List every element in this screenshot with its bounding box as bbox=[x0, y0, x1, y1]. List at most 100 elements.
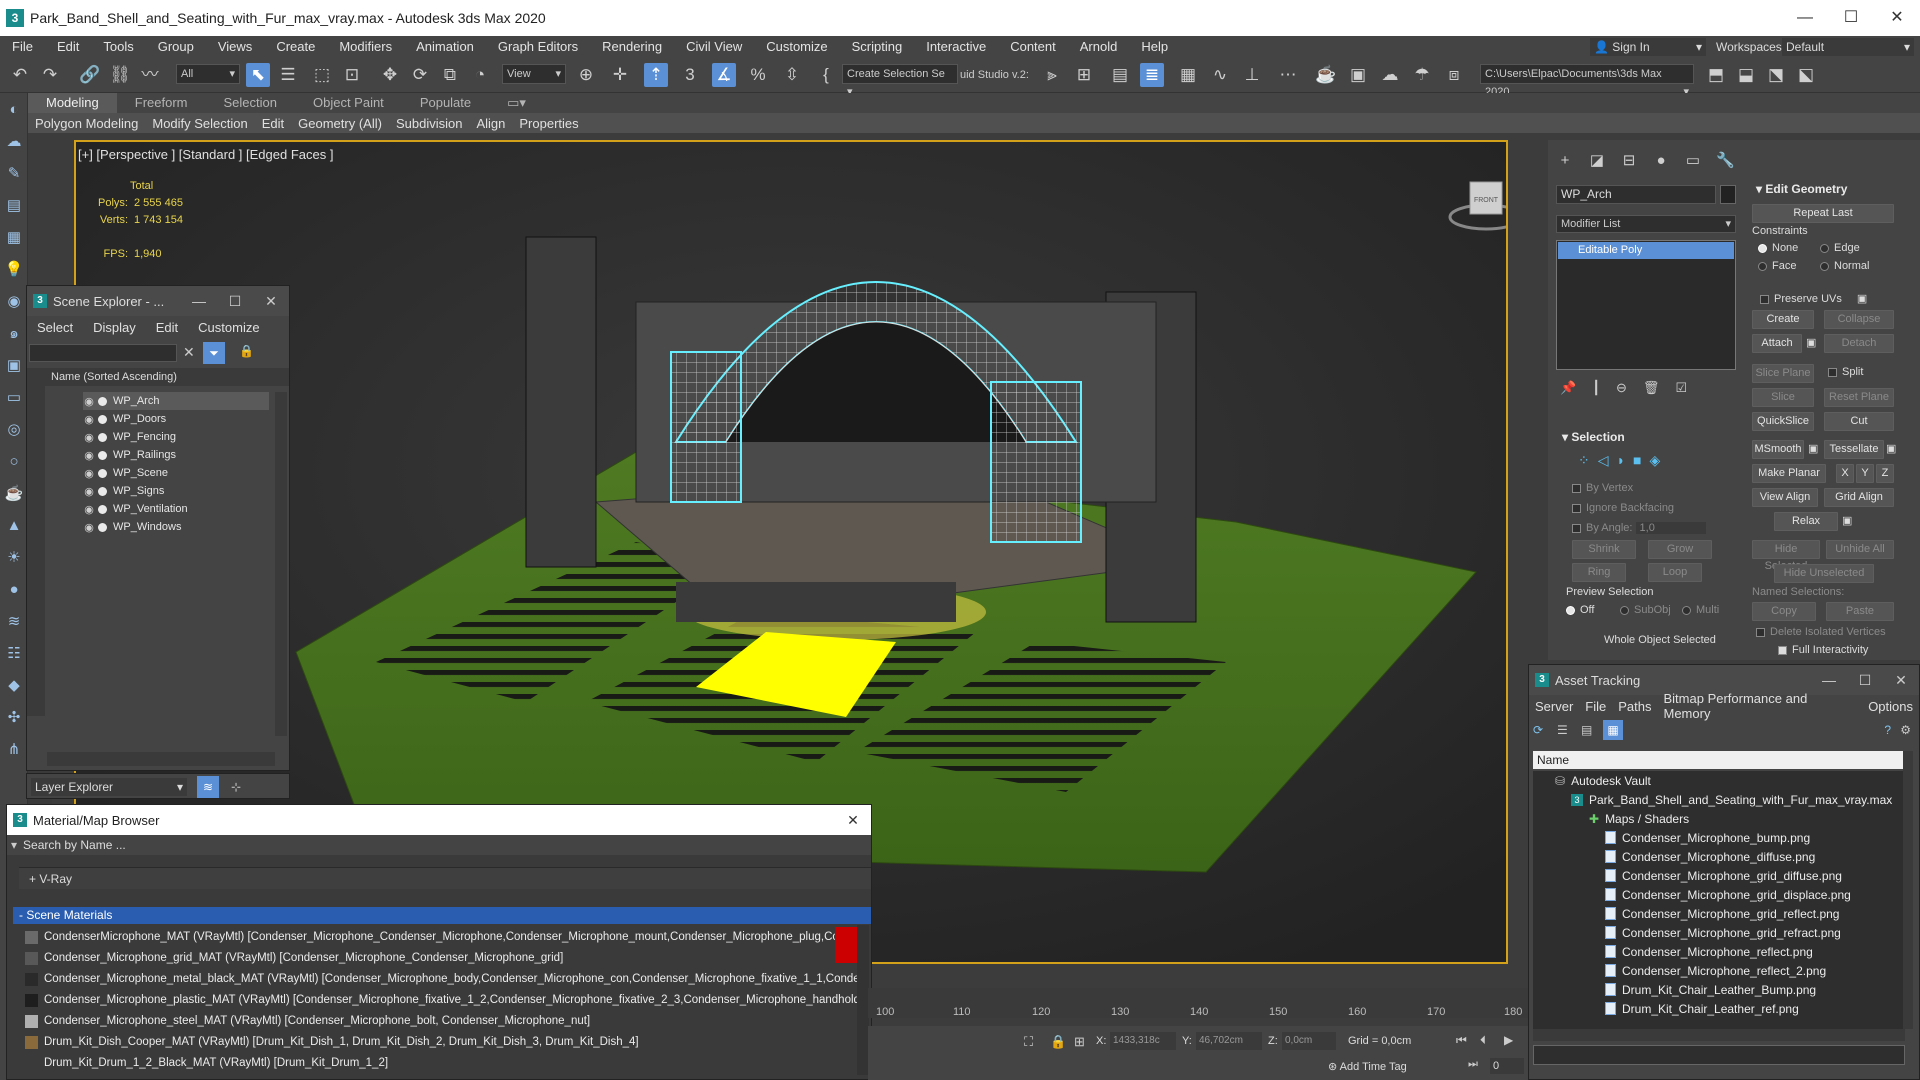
close-button[interactable]: ✕ bbox=[835, 805, 871, 835]
element-icon[interactable]: ◈ bbox=[1649, 452, 1660, 469]
attach-button[interactable]: Attach bbox=[1752, 334, 1802, 353]
render-iterative-icon[interactable]: ☂ bbox=[1410, 63, 1434, 87]
loop-button[interactable]: Loop bbox=[1648, 563, 1702, 582]
asset-path-field[interactable] bbox=[1533, 1045, 1905, 1065]
unhide-all-button[interactable]: Unhide All bbox=[1826, 540, 1894, 559]
renderable-icon[interactable] bbox=[98, 504, 107, 514]
rendered-frame-window-icon[interactable]: ▣ bbox=[1346, 63, 1370, 87]
eye-icon[interactable]: ◉ bbox=[83, 503, 95, 516]
list-item[interactable]: Condenser_Microphone_grid_diffuse.png bbox=[1605, 866, 1842, 885]
eye-icon[interactable]: ◉ bbox=[83, 395, 95, 408]
menu-edit[interactable]: Edit bbox=[146, 320, 188, 335]
list-item[interactable]: ◉ WP_Signs bbox=[83, 482, 269, 500]
tessellate-settings-icon[interactable]: ▣ bbox=[1886, 442, 1896, 455]
vertex-icon[interactable]: ⁘ bbox=[1578, 452, 1590, 469]
full-interactivity-checkbox[interactable]: Full Interactivity bbox=[1778, 644, 1868, 656]
absolute-mode-icon[interactable]: ⊞ bbox=[1074, 1034, 1085, 1050]
polygon-icon[interactable]: ■ bbox=[1633, 452, 1641, 469]
align-icon[interactable]: ⊞ bbox=[1072, 63, 1096, 87]
quickslice-button[interactable]: QuickSlice bbox=[1752, 412, 1814, 431]
slice-plane-button[interactable]: Slice Plane bbox=[1752, 364, 1814, 383]
toggle-ribbon-icon[interactable]: ▦ bbox=[1176, 63, 1200, 87]
list-item[interactable]: Condenser_Microphone_diffuse.png bbox=[1605, 847, 1815, 866]
previous-frame-icon[interactable]: ⏴ bbox=[1480, 1033, 1486, 1048]
spinner-snap-icon[interactable]: ⇳ bbox=[780, 63, 804, 87]
menu-tools[interactable]: Tools bbox=[91, 39, 145, 54]
by-vertex-checkbox[interactable]: By Vertex bbox=[1572, 482, 1633, 494]
menu-file[interactable]: File bbox=[0, 39, 45, 54]
list-view-icon[interactable]: ☰ bbox=[1557, 723, 1568, 737]
hide-selected-button[interactable]: Hide Selected bbox=[1752, 540, 1820, 572]
planar-z-button[interactable]: Z bbox=[1876, 464, 1894, 483]
menu-edit[interactable]: Edit bbox=[45, 39, 91, 54]
layers-icon[interactable]: ▤ bbox=[3, 195, 25, 217]
list-item[interactable]: ◉ WP_Fencing bbox=[83, 428, 269, 446]
tab-populate[interactable]: Populate bbox=[402, 93, 489, 113]
display-tab-icon[interactable]: ▭ bbox=[1684, 152, 1702, 170]
menu-customize[interactable]: Customize bbox=[754, 39, 839, 54]
menu-modifiers[interactable]: Modifiers bbox=[327, 39, 404, 54]
paste-button[interactable]: Paste bbox=[1826, 602, 1894, 621]
list-item[interactable]: ◉ WP_Scene bbox=[83, 464, 269, 482]
settings-icon[interactable]: ▣ bbox=[1857, 293, 1867, 305]
project-folder-icon[interactable]: ⬒ bbox=[1704, 63, 1728, 87]
utilities-tab-icon[interactable]: 🔧 bbox=[1716, 152, 1735, 170]
menu-group[interactable]: Group bbox=[146, 39, 206, 54]
hide-unselected-button[interactable]: Hide Unselected bbox=[1774, 564, 1874, 583]
vertical-scrollbar[interactable] bbox=[275, 392, 287, 736]
menu-select[interactable]: Select bbox=[27, 320, 83, 335]
column-header-name[interactable]: Name bbox=[1533, 751, 1905, 769]
shapes-icon[interactable]: ◆ bbox=[3, 675, 25, 697]
menu-create[interactable]: Create bbox=[264, 39, 327, 54]
bind-spacewarp-icon[interactable]: 〰 bbox=[138, 63, 162, 87]
preview-subobj-radio[interactable]: SubObj bbox=[1620, 604, 1671, 616]
renderable-icon[interactable] bbox=[98, 432, 107, 442]
camera-icon[interactable]: ▭ bbox=[3, 387, 25, 409]
constraint-normal-radio[interactable]: Normal bbox=[1820, 260, 1869, 272]
edit-named-selection-icon[interactable]: { bbox=[814, 63, 838, 87]
grass-icon[interactable]: ⋔ bbox=[3, 739, 25, 761]
window-crossing-icon[interactable]: ⊡ bbox=[340, 63, 364, 87]
renderable-icon[interactable] bbox=[98, 522, 107, 532]
slice-button[interactable]: Slice bbox=[1752, 388, 1814, 407]
menu-animation[interactable]: Animation bbox=[404, 39, 486, 54]
panel-geometry-all[interactable]: Geometry (All) bbox=[291, 116, 389, 131]
tree-item-scene-file[interactable]: 3 Park_Band_Shell_and_Seating_with_Fur_ma… bbox=[1571, 790, 1892, 809]
schematic-view-icon[interactable]: ⊥ bbox=[1240, 63, 1264, 87]
tab-selection[interactable]: Selection bbox=[206, 93, 295, 113]
bulb-icon[interactable]: 💡 bbox=[3, 259, 25, 281]
curve-editor-icon[interactable]: ∿ bbox=[1208, 63, 1232, 87]
selection-filter-dropdown[interactable]: All ▾ bbox=[176, 64, 240, 84]
menu-scripting[interactable]: Scripting bbox=[840, 39, 915, 54]
cloud-icon[interactable]: ☁ bbox=[3, 131, 25, 153]
msmooth-button[interactable]: MSmooth bbox=[1752, 440, 1804, 459]
current-frame-field[interactable]: 0 bbox=[1490, 1058, 1524, 1074]
clear-search-icon[interactable]: ✕ bbox=[183, 344, 195, 361]
project-open-icon[interactable]: ⬓ bbox=[1734, 63, 1758, 87]
filter-icon[interactable]: ⏷ bbox=[203, 342, 225, 364]
sphere-icon[interactable]: ◉ bbox=[3, 291, 25, 313]
object-color-swatch[interactable] bbox=[1720, 185, 1736, 204]
view-align-button[interactable]: View Align bbox=[1752, 488, 1818, 507]
select-by-name-icon[interactable]: ☰ bbox=[276, 63, 300, 87]
key-mode-icon[interactable]: ⏭ bbox=[1468, 1058, 1478, 1071]
toggle-layer-explorer-icon[interactable]: ≣ bbox=[1140, 63, 1164, 87]
menu-display[interactable]: Display bbox=[83, 320, 146, 335]
tab-object-paint[interactable]: Object Paint bbox=[295, 93, 402, 113]
preview-multi-radio[interactable]: Multi bbox=[1682, 604, 1719, 616]
z-coordinate-field[interactable]: 0,0cm bbox=[1282, 1032, 1336, 1050]
list-item[interactable]: ◉ WP_Doors bbox=[83, 410, 269, 428]
motion-tab-icon[interactable]: ● bbox=[1652, 152, 1670, 170]
make-unique-icon[interactable]: ⊖ bbox=[1616, 380, 1627, 396]
redo-icon[interactable]: ↷ bbox=[38, 63, 62, 87]
eye-icon[interactable]: ◉ bbox=[83, 413, 95, 426]
detach-button[interactable]: Detach bbox=[1824, 334, 1894, 353]
panel-edit[interactable]: Edit bbox=[255, 116, 291, 131]
list-item[interactable]: Drum_Kit_Chair_Leather_Bump.png bbox=[1605, 980, 1816, 999]
by-angle-value[interactable]: 1,0 bbox=[1635, 522, 1706, 534]
cone-icon[interactable]: ▲ bbox=[3, 515, 25, 537]
hierarchy-icon[interactable]: ⊹ bbox=[225, 776, 247, 798]
scale-icon[interactable]: ⧉ bbox=[438, 63, 462, 87]
list-item[interactable]: CondenserMicrophone_MAT (VRayMtl) [Conde… bbox=[25, 927, 865, 947]
viewport-label[interactable]: [+] [Perspective ] [Standard ] [Edged Fa… bbox=[78, 147, 333, 162]
